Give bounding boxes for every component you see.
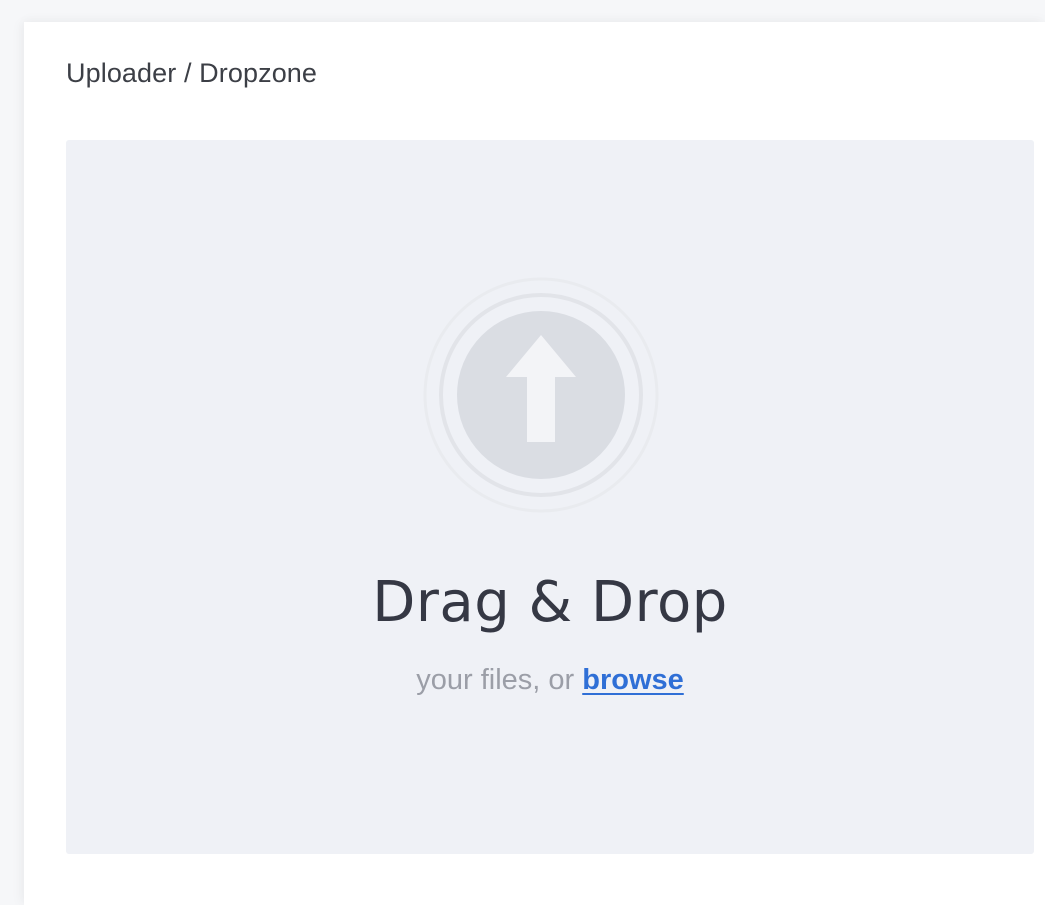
browse-link[interactable]: browse [582, 664, 684, 696]
uploader-panel: Uploader / Dropzone Drag & Drop your fil… [24, 22, 1045, 905]
upload-arrow-icon [423, 277, 659, 513]
upload-icon-badge[interactable] [422, 276, 660, 514]
dropzone-headline: Drag & Drop [372, 570, 728, 635]
file-dropzone[interactable]: Drag & Drop your files, or browse [66, 140, 1034, 854]
dropzone-prompt-text: your files, or [416, 664, 583, 696]
dropzone-prompt: your files, or browse [66, 664, 1034, 697]
panel-title: Uploader / Dropzone [66, 58, 318, 88]
